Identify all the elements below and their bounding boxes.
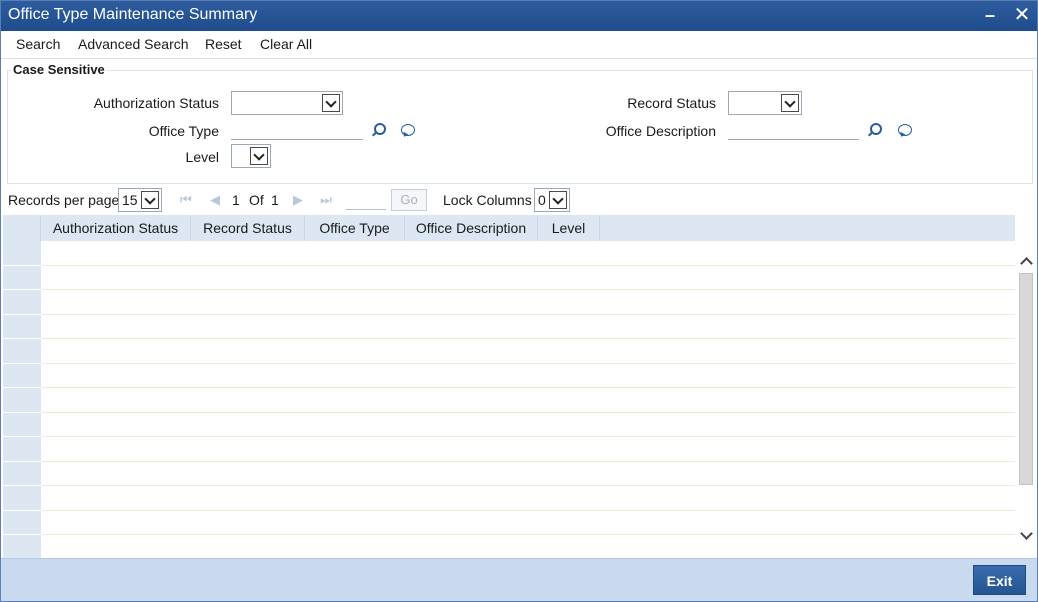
previous-page-icon[interactable]: ◀ — [208, 193, 222, 207]
table-row — [41, 509, 1015, 511]
table-row — [41, 338, 1015, 339]
office-description-label: Office Description — [605, 123, 716, 139]
row-selector[interactable] — [3, 265, 41, 290]
row-selector[interactable] — [3, 290, 41, 315]
lock-columns-value: 0 — [538, 192, 546, 208]
case-sensitive-legend: Case Sensitive — [11, 62, 107, 77]
table-row — [41, 387, 1015, 388]
column-header-authorization-status[interactable]: Authorization Status — [41, 215, 191, 241]
footer-bar: Exit — [1, 558, 1037, 601]
column-header-office-description[interactable]: Office Description — [405, 215, 538, 241]
table-row — [41, 534, 1015, 535]
go-to-page-input[interactable] — [346, 192, 386, 210]
row-selector[interactable] — [3, 535, 41, 560]
grid-header: Authorization Status Record Status Offic… — [3, 215, 1015, 241]
office-type-label: Office Type — [148, 123, 219, 139]
row-selector[interactable] — [3, 314, 41, 339]
column-header-office-type[interactable]: Office Type — [305, 215, 405, 241]
total-pages-number: 1 — [271, 192, 279, 208]
reset-button[interactable]: Reset — [205, 36, 242, 52]
last-page-icon[interactable]: ⏭ — [319, 193, 333, 207]
go-button[interactable]: Go — [391, 189, 427, 211]
row-selector[interactable] — [3, 437, 41, 462]
records-per-page-value: 15 — [122, 192, 138, 208]
scroll-up-icon[interactable] — [1020, 255, 1032, 267]
first-page-icon[interactable]: ⏮ — [179, 193, 193, 207]
table-row — [41, 460, 1015, 462]
level-select[interactable] — [231, 144, 271, 168]
search-button[interactable]: Search — [16, 36, 60, 52]
close-icon[interactable]: ✕ — [1011, 3, 1033, 27]
table-row — [41, 264, 1015, 266]
scroll-down-icon[interactable] — [1020, 529, 1032, 541]
lock-columns-select[interactable]: 0 — [534, 188, 570, 212]
scroll-thumb[interactable] — [1019, 273, 1033, 485]
clear-all-button[interactable]: Clear All — [260, 36, 312, 52]
comment-icon[interactable] — [898, 123, 912, 137]
office-description-input[interactable] — [728, 120, 859, 140]
row-selector[interactable] — [3, 388, 41, 413]
next-page-icon[interactable]: ▶ — [291, 193, 305, 207]
office-type-maintenance-summary-window: Office Type Maintenance Summary – ✕ Sear… — [0, 0, 1038, 602]
record-status-select[interactable] — [728, 91, 802, 115]
row-selector[interactable] — [3, 412, 41, 437]
level-label: Level — [185, 149, 219, 165]
results-grid: Authorization Status Record Status Offic… — [3, 215, 1037, 560]
records-per-page-label: Records per page — [8, 192, 120, 208]
pagination-bar: Records per page 15 ⏮ ◀ 1 Of 1 ▶ ⏭ Go Lo… — [1, 184, 1037, 215]
vertical-scrollbar[interactable] — [1017, 241, 1037, 558]
current-page-number: 1 — [232, 192, 240, 208]
of-label: Of — [249, 192, 264, 208]
lock-columns-label: Lock Columns — [443, 192, 532, 208]
records-per-page-select[interactable]: 15 — [118, 188, 162, 212]
chevron-down-icon — [250, 147, 268, 165]
title-bar: Office Type Maintenance Summary – ✕ — [1, 1, 1037, 31]
record-status-label: Record Status — [627, 95, 716, 111]
chevron-down-icon — [322, 94, 340, 112]
table-row — [41, 485, 1015, 486]
row-selector[interactable] — [3, 510, 41, 535]
exit-button[interactable]: Exit — [973, 565, 1026, 595]
table-row — [41, 313, 1015, 315]
select-all-header[interactable] — [3, 215, 41, 241]
row-selector[interactable] — [3, 241, 41, 266]
column-header-record-status[interactable]: Record Status — [191, 215, 305, 241]
table-row — [41, 411, 1015, 413]
authorization-status-select[interactable] — [231, 91, 343, 115]
chevron-down-icon — [141, 191, 159, 209]
column-header-level[interactable]: Level — [538, 215, 600, 241]
window-title: Office Type Maintenance Summary — [8, 6, 258, 23]
row-selector[interactable] — [3, 486, 41, 511]
row-selector[interactable] — [3, 339, 41, 364]
authorization-status-label: Authorization Status — [93, 95, 219, 111]
minimize-icon[interactable]: – — [979, 3, 1001, 27]
advanced-search-button[interactable]: Advanced Search — [78, 36, 189, 52]
table-row — [41, 436, 1015, 437]
search-icon[interactable] — [371, 123, 386, 137]
comment-icon[interactable] — [401, 123, 415, 137]
row-selector[interactable] — [3, 461, 41, 486]
chevron-down-icon — [549, 191, 567, 209]
chevron-down-icon — [781, 94, 799, 112]
search-icon[interactable] — [867, 123, 882, 137]
table-row — [41, 289, 1015, 290]
toolbar: Search Advanced Search Reset Clear All — [1, 31, 1037, 59]
table-row — [41, 362, 1015, 364]
row-selector[interactable] — [3, 363, 41, 388]
office-type-input[interactable] — [231, 120, 363, 140]
